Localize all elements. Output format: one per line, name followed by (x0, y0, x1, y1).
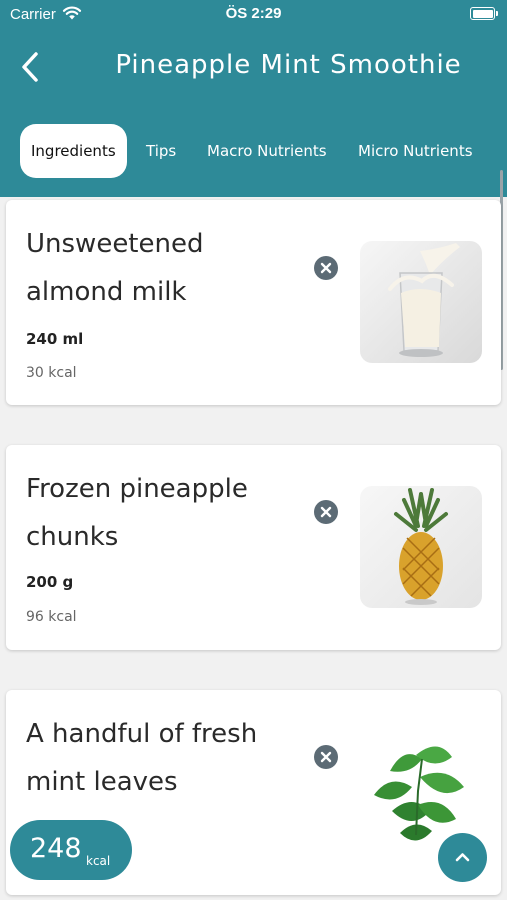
battery-icon (470, 7, 498, 20)
chevron-up-icon (455, 853, 470, 862)
pineapple-image (360, 486, 482, 608)
ingredient-name: A handful of fresh mint leaves (26, 719, 258, 797)
close-icon (320, 506, 332, 518)
total-kcal-unit: kcal (86, 854, 111, 868)
ingredient-quantity: 200 g (26, 573, 74, 591)
total-kcal-badge: 248 kcal (10, 820, 132, 880)
page-title: Pineapple Mint Smoothie (115, 50, 462, 80)
header: Carrier ÖS 2:29 Pineapple Mint Smoothie … (0, 0, 507, 197)
chevron-left-icon (22, 52, 38, 82)
total-kcal-value: 248 (30, 833, 82, 864)
almond-milk-image (360, 241, 482, 363)
ingredient-kcal: 30 kcal (26, 365, 77, 381)
ingredient-card[interactable]: Frozen pineapple chunks 200 g 96 kcal (6, 445, 501, 650)
scroll-to-top-button[interactable] (438, 833, 487, 882)
remove-ingredient-button[interactable] (314, 500, 338, 524)
back-button[interactable] (16, 48, 48, 86)
ingredient-name: Unsweetened almond milk (26, 229, 204, 307)
clock: ÖS 2:29 (225, 5, 282, 22)
tab-tips[interactable]: Tips (146, 124, 176, 178)
remove-ingredient-button[interactable] (314, 745, 338, 769)
tab-micro-nutrients[interactable]: Micro Nutrients (358, 124, 473, 178)
status-bar: Carrier ÖS 2:29 (0, 0, 507, 30)
ingredient-kcal: 96 kcal (26, 609, 77, 625)
tab-macro-nutrients[interactable]: Macro Nutrients (207, 124, 327, 178)
close-icon (320, 751, 332, 763)
close-icon (320, 262, 332, 274)
remove-ingredient-button[interactable] (314, 256, 338, 280)
ingredient-name: Frozen pineapple chunks (26, 474, 248, 552)
ingredient-card[interactable]: Unsweetened almond milk 240 ml 30 kcal (6, 200, 501, 405)
ingredient-quantity: 240 ml (26, 330, 84, 348)
tab-ingredients[interactable]: Ingredients (20, 124, 127, 178)
tab-bar: Ingredients Tips Macro Nutrients Micro N… (0, 124, 507, 178)
